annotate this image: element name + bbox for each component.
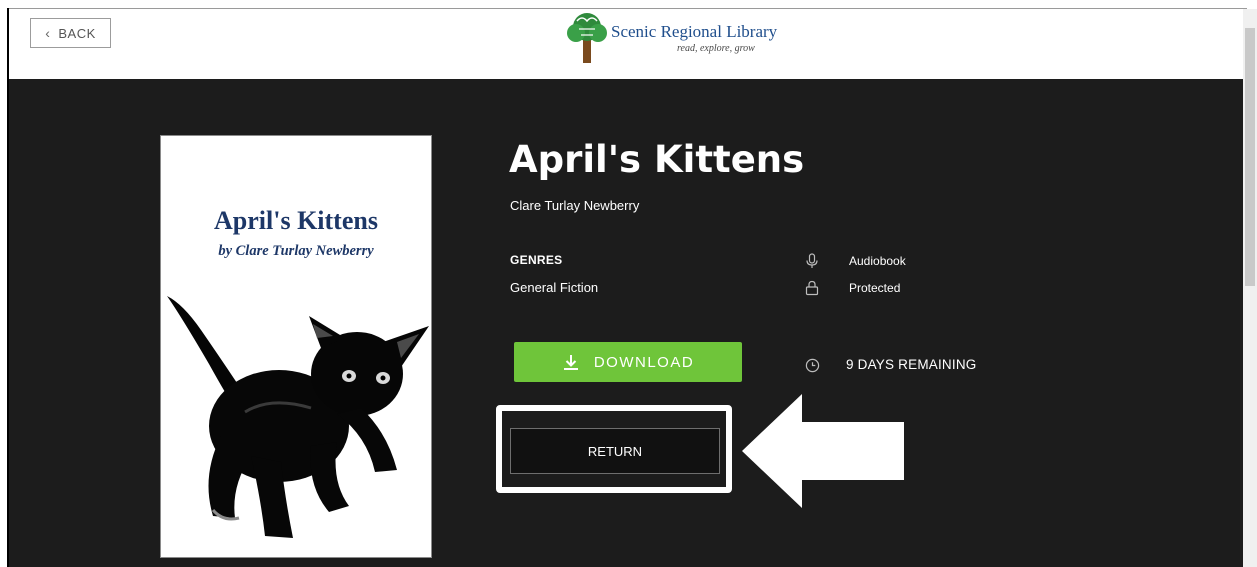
lock-icon (805, 280, 819, 296)
book-author-link[interactable]: Clare Turlay Newberry (510, 198, 639, 213)
back-button[interactable]: ‹ BACK (30, 18, 111, 48)
microphone-icon (806, 253, 818, 268)
return-button-label: RETURN (587, 443, 643, 459)
cover-title: April's Kittens (214, 206, 378, 235)
chevron-left-icon: ‹ (45, 25, 51, 41)
header-bar: ‹ BACK Scenic Regional Library read, exp… (9, 9, 1243, 79)
library-logo[interactable]: Scenic Regional Library read, explore, g… (557, 9, 797, 69)
protection-label: Protected (849, 281, 901, 295)
scrollbar-thumb[interactable] (1245, 28, 1255, 286)
download-button-label: DOWNLOAD (593, 353, 695, 371)
book-cover: April's Kittens by Clare Turlay Newberry (160, 135, 432, 558)
genres-label: GENRES (510, 253, 563, 267)
kitten-illustration (167, 296, 429, 538)
arrow-left-annotation-icon (742, 394, 904, 508)
return-button[interactable]: RETURN (510, 428, 720, 474)
back-button-label: BACK (58, 25, 96, 41)
days-remaining-label: 9 DAYS REMAINING (846, 357, 977, 372)
library-tagline: read, explore, grow (677, 43, 755, 54)
book-title: April's Kittens (509, 138, 805, 181)
download-button[interactable]: DOWNLOAD (514, 342, 742, 382)
tree-logo-icon (567, 13, 607, 63)
clock-icon (805, 358, 820, 373)
cover-byline: by Clare Turlay Newberry (218, 243, 374, 259)
download-icon (563, 355, 578, 370)
library-name: Scenic Regional Library (611, 22, 778, 41)
format-label: Audiobook (849, 254, 906, 268)
genre-link[interactable]: General Fiction (510, 280, 598, 295)
